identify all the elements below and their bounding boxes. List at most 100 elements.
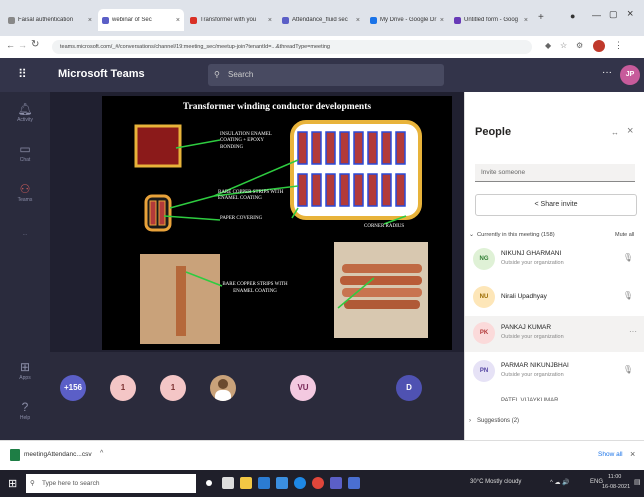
list-item[interactable]: PN PARMAR NIKUNJBHAI Outside your organi…: [473, 354, 641, 390]
notifications-icon[interactable]: ▤: [634, 478, 641, 486]
browser-tab[interactable]: My Drive - Google Dr ×: [366, 9, 448, 31]
close-panel-icon[interactable]: ×: [627, 125, 633, 137]
show-all-button[interactable]: Show all: [598, 451, 623, 458]
rail-item-help[interactable]: ? Help: [0, 400, 50, 421]
close-window-icon[interactable]: ×: [627, 8, 633, 20]
close-tab-icon[interactable]: ×: [176, 17, 180, 24]
participant-org: Outside your organization: [501, 334, 564, 340]
windows-start-icon[interactable]: ⊞: [8, 477, 17, 490]
participant-name-partial: PATEL VIJAYKUMAR: [501, 398, 559, 401]
participant-name: PARMAR NIKUNJBHAI: [501, 362, 569, 369]
app-launcher-icon[interactable]: ⠿: [18, 67, 28, 81]
browser-tab[interactable]: Faisal authentication ×: [4, 9, 96, 31]
more-options-icon[interactable]: ···: [629, 327, 637, 336]
search-icon: ⚲: [30, 480, 35, 487]
person-body-icon: [215, 390, 231, 401]
list-item[interactable]: NG NIKUNJ GHARMANI Outside your organiza…: [473, 242, 641, 278]
bookmark-icon[interactable]: ☆: [560, 41, 567, 50]
search-icon: ⚲: [214, 70, 220, 79]
overflow-participants-button[interactable]: +156: [60, 375, 86, 401]
close-tab-icon[interactable]: ×: [356, 17, 360, 24]
close-tab-icon[interactable]: ×: [268, 17, 272, 24]
teams-taskbar-icon[interactable]: [330, 477, 342, 489]
back-icon[interactable]: ←: [6, 40, 15, 50]
chevron-down-icon[interactable]: ⌄: [469, 232, 474, 238]
csv-file-icon: [10, 449, 20, 461]
browser-tab[interactable]: Transformer with you ×: [186, 9, 276, 31]
mute-all-button[interactable]: Mute all: [615, 232, 634, 238]
list-item-hovered[interactable]: PK PANKAJ KUMAR Outside your organizatio…: [465, 316, 644, 352]
left-rail: 🔔︎ Activity ▭ Chat ⚇ Teams ··· ⊞ Apps ? Help: [0, 92, 50, 440]
share-invite-button[interactable]: < Share invite: [475, 194, 637, 216]
participant-org: Outside your organization: [501, 372, 564, 378]
app-taskbar-icon[interactable]: [348, 477, 360, 489]
avatar: PK: [473, 322, 495, 344]
maximize-icon[interactable]: ▢: [609, 9, 618, 20]
edge-icon[interactable]: [294, 477, 306, 489]
participant-avatar[interactable]: D: [396, 375, 422, 401]
rail-item-more[interactable]: ···: [0, 232, 50, 238]
current-participants-header[interactable]: Currently in this meeting (158): [477, 232, 555, 238]
browser-tab[interactable]: Attendance_fluid sec ×: [278, 9, 364, 31]
close-downloads-icon[interactable]: ×: [630, 449, 635, 459]
suggestions-header[interactable]: Suggestions (2): [477, 418, 519, 424]
profile-icon[interactable]: [593, 40, 605, 52]
chevron-right-icon[interactable]: ›: [469, 418, 471, 424]
clock-date[interactable]: 16-08-2021: [602, 484, 630, 490]
downloads-bar: meetingAttendanc...csv ^ Show all ×: [0, 440, 644, 471]
forward-icon[interactable]: →: [18, 40, 27, 50]
reload-icon[interactable]: ↻: [31, 39, 39, 50]
clock-time[interactable]: 11:00: [608, 474, 621, 480]
label-insulation: INSULATION ENAMEL COATING + EPOXY BONDIN…: [220, 132, 272, 150]
close-tab-icon[interactable]: ×: [440, 17, 444, 24]
taskbar: ⊞ ⚲ Type here to search 30°C Mostly cloud…: [0, 470, 644, 497]
list-item[interactable]: NU Nirali Upadhyay 🎙︎: [473, 280, 641, 316]
url-field[interactable]: teams.microsoft.com/_#/conversations/cha…: [52, 40, 532, 54]
help-icon: ?: [21, 400, 29, 414]
chrome-icon[interactable]: [312, 477, 324, 489]
more-options-button[interactable]: ···: [602, 67, 612, 78]
rail-item-activity[interactable]: 🔔︎ Activity: [0, 102, 50, 123]
panel-title: People: [475, 126, 512, 138]
browser-menu-icon[interactable]: ⋮: [614, 40, 623, 51]
mail-icon[interactable]: [276, 477, 288, 489]
store-icon[interactable]: [258, 477, 270, 489]
teams-icon: ⚇: [19, 182, 31, 196]
download-item[interactable]: meetingAttendanc...csv: [24, 451, 92, 458]
participant-avatar[interactable]: VU: [290, 375, 316, 401]
file-explorer-icon[interactable]: [240, 477, 252, 489]
label-paper: PAPER COVERING: [220, 216, 263, 221]
system-tray-icons[interactable]: ^ ☁ 🔊: [550, 479, 570, 486]
avatar: NU: [473, 286, 495, 308]
chevron-up-icon[interactable]: ^: [100, 450, 103, 457]
browser-tab[interactable]: Untitled form - Goog ×: [450, 9, 532, 31]
new-tab-button[interactable]: +: [538, 12, 544, 23]
extension-icon[interactable]: ⚙: [576, 41, 583, 50]
participant-org: Outside your organization: [501, 260, 564, 266]
rail-item-apps[interactable]: ⊞ Apps: [0, 360, 50, 381]
popout-icon[interactable]: ↔: [611, 128, 619, 137]
tab-favicon-icon: [8, 16, 15, 24]
participant-avatar[interactable]: 1: [160, 375, 186, 401]
search-input[interactable]: ⚲ Search: [208, 64, 444, 86]
invite-input[interactable]: Invite someone: [475, 164, 635, 182]
close-tab-icon[interactable]: ×: [524, 17, 528, 24]
rail-item-teams[interactable]: ⚇ Teams: [0, 182, 50, 203]
label-corner: CORNER RADIUS: [364, 224, 405, 229]
extension-icon[interactable]: ◆: [545, 41, 551, 50]
participant-photo[interactable]: [210, 375, 236, 401]
minimize-icon[interactable]: —: [592, 10, 601, 20]
task-view-icon[interactable]: [222, 477, 234, 489]
browser-tab-active[interactable]: webinar of Sec ×: [98, 9, 184, 31]
close-tab-icon[interactable]: ×: [88, 17, 92, 24]
teams-header: ⠿ Microsoft Teams ⚲ Search ··· JP: [0, 58, 644, 92]
participant-strip: +156 1 1 VU D: [50, 352, 464, 440]
rail-item-chat[interactable]: ▭ Chat: [0, 142, 50, 163]
participant-avatar[interactable]: 1: [110, 375, 136, 401]
taskbar-search-input[interactable]: ⚲ Type here to search: [26, 474, 196, 493]
address-bar-row: ← → ↻ teams.microsoft.com/_#/conversatio…: [0, 36, 644, 59]
avatar[interactable]: JP: [620, 65, 640, 85]
cortana-icon[interactable]: [206, 480, 212, 486]
avatar: PN: [473, 360, 495, 382]
weather-widget[interactable]: 30°C Mostly cloudy: [470, 479, 521, 485]
